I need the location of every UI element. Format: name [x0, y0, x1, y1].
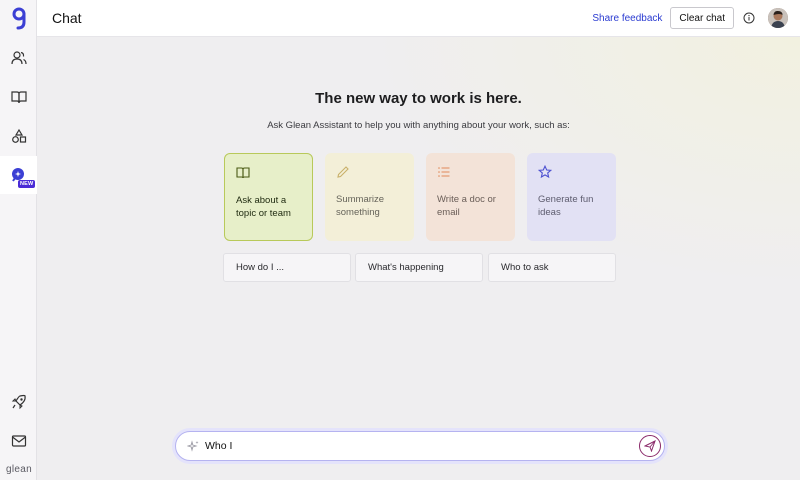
header-actions: Share feedback Clear chat: [592, 7, 788, 29]
new-badge: NEW: [18, 180, 36, 188]
people-icon: [10, 51, 27, 65]
book-icon: [236, 167, 250, 179]
sidebar-item-apps[interactable]: [0, 117, 37, 155]
chat-composer: [175, 431, 665, 461]
prompt-card-write-doc[interactable]: Write a doc or email: [426, 153, 515, 241]
hero-title: The new way to work is here.: [315, 90, 522, 107]
share-feedback-link[interactable]: Share feedback: [592, 13, 662, 24]
glean-logo[interactable]: [0, 0, 37, 36]
info-icon[interactable]: [743, 12, 755, 24]
prompt-card-generate-ideas[interactable]: Generate fun ideas: [527, 153, 616, 241]
send-button[interactable]: [639, 435, 661, 457]
prompt-card-label: Ask about a topic or team: [236, 195, 291, 219]
suggestion-how-do-i[interactable]: How do I ...: [223, 253, 351, 282]
sidebar-item-chat[interactable]: NEW: [0, 156, 37, 194]
clear-chat-button[interactable]: Clear chat: [670, 7, 734, 29]
sidebar-item-launch[interactable]: [0, 383, 37, 421]
send-icon: [644, 440, 656, 452]
brand-wordmark: glean: [6, 464, 32, 475]
list-icon: [438, 167, 450, 177]
sidebar-item-mail[interactable]: [0, 422, 37, 460]
star-icon: [538, 165, 552, 179]
suggestion-whats-happening[interactable]: What's happening: [355, 253, 483, 282]
page-title: Chat: [52, 10, 82, 26]
avatar-image: [768, 8, 788, 28]
hero-subtitle: Ask Glean Assistant to help you with any…: [267, 120, 570, 131]
sidebar: NEW glean: [0, 0, 37, 480]
suggestion-who-to-ask[interactable]: Who to ask: [488, 253, 616, 282]
rocket-icon: [11, 394, 26, 410]
prompt-card-label: Write a doc or email: [437, 194, 496, 218]
prompt-card-summarize[interactable]: Summarize something: [325, 153, 414, 241]
sparkle-icon: [187, 440, 199, 452]
header: Chat Share feedback Clear chat: [37, 0, 800, 37]
sidebar-item-people[interactable]: [0, 39, 37, 77]
prompt-card-ask-topic[interactable]: Ask about a topic or team: [224, 153, 313, 241]
book-open-icon: [10, 91, 27, 104]
mail-icon: [11, 435, 26, 447]
chat-main: The new way to work is here. Ask Glean A…: [37, 37, 800, 480]
sidebar-item-knowledge[interactable]: [0, 78, 37, 116]
prompt-card-label: Summarize something: [336, 194, 385, 218]
shapes-icon: [11, 128, 26, 143]
user-avatar[interactable]: [768, 8, 788, 28]
prompt-card-label: Generate fun ideas: [538, 194, 594, 218]
glean-logo-icon: [12, 7, 25, 30]
pencil-icon: [337, 166, 349, 178]
chat-input[interactable]: [205, 440, 625, 452]
